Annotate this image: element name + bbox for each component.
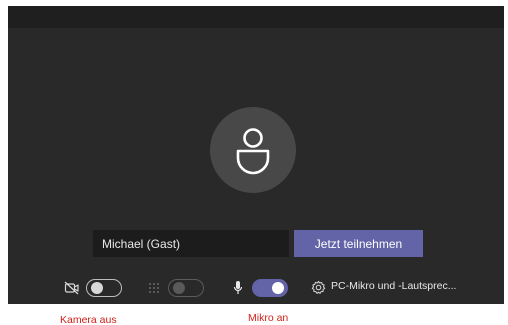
gear-icon[interactable] — [311, 280, 326, 295]
mic-annotation: Mikro an — [248, 312, 289, 324]
join-now-button[interactable]: Jetzt teilnehmen — [294, 230, 423, 257]
avatar — [210, 107, 296, 193]
title-bar — [8, 6, 504, 28]
toggle-knob — [91, 281, 103, 294]
microphone-icon[interactable] — [233, 280, 243, 296]
background-effects-toggle — [168, 279, 204, 297]
microphone-toggle[interactable] — [252, 279, 288, 297]
toggle-knob — [272, 282, 284, 294]
background-blur-icon — [149, 283, 159, 293]
name-input[interactable] — [93, 230, 289, 257]
toggle-knob — [173, 281, 185, 294]
camera-off-icon[interactable] — [64, 281, 80, 295]
camera-annotation: Kamera aus — [60, 314, 117, 325]
camera-toggle[interactable] — [86, 279, 122, 297]
person-icon — [236, 128, 270, 175]
audio-device-label[interactable]: PC-Mikro und -Lautsprec... — [331, 280, 456, 292]
